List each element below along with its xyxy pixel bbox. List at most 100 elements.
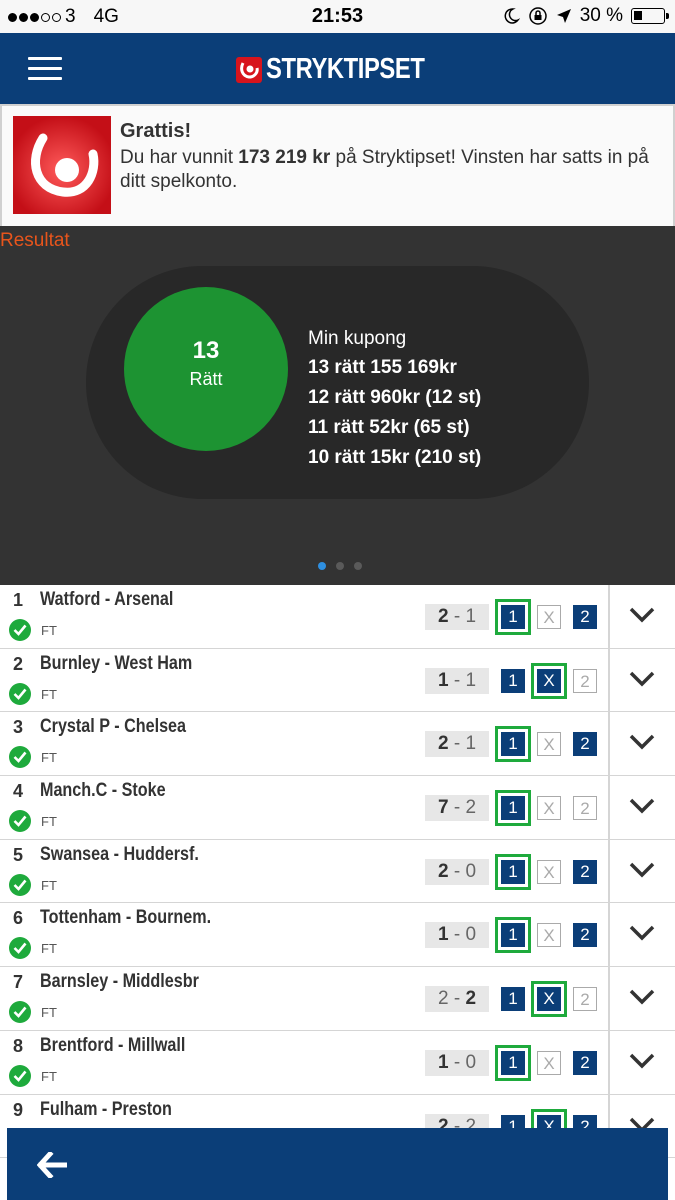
match-teams: Fulham - Preston: [40, 1098, 172, 1120]
check-circle-icon: [9, 1064, 31, 1087]
prize-row: 11 rätt 52kr (65 st): [308, 417, 470, 438]
row-divider: [608, 648, 610, 712]
match-status: FT: [41, 623, 57, 638]
chevron-down-icon[interactable]: [628, 923, 656, 943]
status-icons: 30 %: [502, 5, 669, 27]
prize-row: 10 rätt 15kr (210 st): [308, 447, 482, 468]
match-score: 2 - 2: [425, 986, 489, 1013]
page-dot-1[interactable]: [318, 562, 326, 570]
away-goals: 1: [465, 669, 477, 691]
pick-option-x[interactable]: X: [537, 796, 561, 821]
page-dot-3[interactable]: [354, 562, 362, 570]
logo-mark-icon: [236, 56, 262, 83]
coupon-title: Min kupong: [308, 328, 407, 349]
match-teams: Crystal P - Chelsea: [40, 716, 187, 738]
chevron-down-icon[interactable]: [628, 732, 656, 752]
match-number: 5: [13, 844, 24, 865]
pick-option-x[interactable]: X: [537, 732, 561, 757]
match-teams: Tottenham - Bournem.: [40, 907, 212, 929]
match-teams: Swansea - Huddersf.: [40, 843, 199, 865]
chevron-down-icon[interactable]: [628, 860, 656, 880]
correct-count: 13: [192, 337, 220, 364]
correct-label: Rätt: [189, 369, 223, 389]
pick-option-x[interactable]: X: [537, 605, 561, 629]
home-goals: 2: [437, 860, 449, 882]
away-goals: 2: [465, 988, 477, 1010]
pick-option-x[interactable]: X: [537, 859, 561, 884]
pick-option-2[interactable]: 2: [573, 923, 597, 948]
pick-option-x[interactable]: X: [531, 981, 567, 1018]
pick-option-2[interactable]: 2: [573, 605, 597, 629]
pick-option-1[interactable]: 1: [495, 917, 531, 954]
pick-option-1[interactable]: 1: [495, 1044, 531, 1081]
chevron-down-icon[interactable]: [628, 987, 656, 1007]
pick-option-2[interactable]: 2: [573, 1050, 597, 1075]
check-circle-icon: [9, 746, 31, 769]
check-circle-icon: [9, 937, 31, 960]
match-row[interactable]: 7 Barnsley - Middlesbr FT 2 - 2 1X2: [0, 967, 675, 1031]
match-row[interactable]: 8 Brentford - Millwall FT 1 - 0 1X2: [0, 1030, 675, 1095]
moon-icon: [504, 8, 520, 24]
page-indicator[interactable]: [318, 562, 362, 570]
match-number: 1: [13, 590, 24, 610]
match-teams: Manch.C - Stoke: [40, 780, 166, 802]
match-teams: Barnsley - Middlesbr: [40, 971, 199, 993]
results-panel[interactable]: Resultat 13 Rätt Min kupong 13 rätt 155 …: [0, 226, 675, 585]
arrow-left-icon[interactable]: [36, 1150, 68, 1180]
chevron-down-icon[interactable]: [628, 605, 656, 625]
pick-option-1[interactable]: 1: [495, 853, 531, 890]
match-row[interactable]: 1 Watford - Arsenal FT 2 - 1 1X2: [0, 585, 675, 649]
match-row[interactable]: 2 Burnley - West Ham FT 1 - 1 1X2: [0, 648, 675, 713]
pick-option-1[interactable]: 1: [501, 987, 525, 1012]
stryktipset-logo: STRYKTIPSET: [236, 53, 459, 86]
check-circle-icon: [9, 1001, 31, 1024]
chevron-down-icon[interactable]: [628, 796, 656, 816]
correct-count-circle: 13 Rätt: [124, 287, 288, 451]
row-divider: [608, 776, 610, 839]
match-number: 9: [13, 1099, 24, 1120]
match-status: FT: [41, 877, 57, 893]
pick-option-1[interactable]: 1: [495, 790, 531, 827]
match-number: 8: [13, 1035, 24, 1056]
match-status: FT: [41, 686, 57, 702]
match-number: 3: [13, 717, 24, 738]
pick-option-2[interactable]: 2: [573, 987, 597, 1012]
prize-row: 13 rätt 155 169kr: [308, 357, 457, 378]
results-label: Resultat: [0, 230, 70, 251]
away-goals: 2: [465, 797, 477, 819]
match-row[interactable]: 3 Crystal P - Chelsea FT 2 - 1 1X2: [0, 712, 675, 777]
row-divider: [608, 967, 610, 1030]
chevron-down-icon[interactable]: [628, 669, 656, 689]
pick-option-2[interactable]: 2: [573, 859, 597, 884]
banner-text-before: Du har vunnit: [120, 147, 239, 168]
chevron-down-icon[interactable]: [628, 1051, 656, 1071]
logo-text: STRYKTIPSET: [266, 53, 425, 85]
banner-message: Du har vunnit 173 219 kr på Stryktipset!…: [120, 146, 665, 194]
page-dot-2[interactable]: [336, 562, 344, 570]
match-row[interactable]: 6 Tottenham - Bournem. FT 1 - 0 1X2: [0, 903, 675, 968]
match-number: 2: [13, 653, 24, 674]
match-teams: Watford - Arsenal: [40, 589, 174, 610]
match-score: 2 - 1: [425, 731, 489, 758]
home-goals: 1: [437, 1051, 449, 1073]
hamburger-menu-icon[interactable]: [28, 57, 62, 81]
pick-option-x[interactable]: X: [537, 923, 561, 948]
pick-option-x[interactable]: X: [537, 1050, 561, 1075]
pick-option-1[interactable]: 1: [495, 726, 531, 763]
match-row[interactable]: 4 Manch.C - Stoke FT 7 - 2 1X2: [0, 776, 675, 840]
check-circle-icon: [9, 619, 31, 641]
pick-option-x[interactable]: X: [531, 662, 567, 699]
match-score: 2 - 1: [425, 604, 489, 630]
match-score: 1 - 1: [425, 667, 489, 694]
away-goals: 0: [465, 924, 477, 946]
row-divider: [608, 712, 610, 776]
pick-option-2[interactable]: 2: [573, 668, 597, 693]
match-score: 1 - 0: [425, 922, 489, 949]
pick-option-1[interactable]: 1: [495, 599, 531, 635]
pick-option-2[interactable]: 2: [573, 796, 597, 821]
winning-notification-banner: Grattis! Du har vunnit 173 219 kr på Str…: [0, 104, 675, 228]
row-divider: [608, 585, 610, 648]
pick-option-1[interactable]: 1: [501, 668, 525, 693]
pick-option-2[interactable]: 2: [573, 732, 597, 757]
match-row[interactable]: 5 Swansea - Huddersf. FT 2 - 0 1X2: [0, 839, 675, 904]
